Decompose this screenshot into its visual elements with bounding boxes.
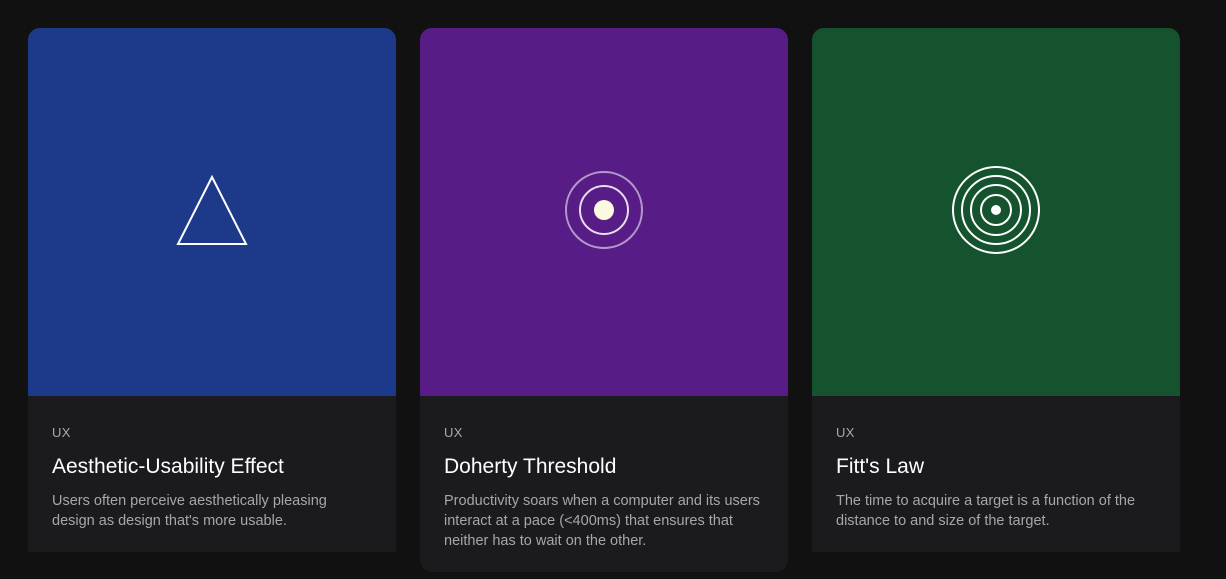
card-description: Users often perceive aesthetically pleas… [52,493,327,529]
category-tag: UX [444,425,463,440]
card-grid: UX Aesthetic-Usability Effect Users ofte… [28,28,1180,572]
card-doherty-threshold[interactable]: UX Doherty Threshold Productivity soars … [420,28,788,572]
card-footer [28,552,396,572]
pulse-rings-icon [564,170,644,255]
triangle-icon [176,174,248,251]
card-title: Doherty Threshold [444,455,617,478]
card-title: Fitt's Law [836,455,925,478]
card-fitts-law[interactable]: UX Fitt's Law The time to acquire a targ… [812,28,1180,572]
card-art [812,28,1180,396]
card-footer [812,552,1180,572]
card-title: Aesthetic-Usability Effect [52,455,284,478]
card-art [28,28,396,396]
card-description: Productivity soars when a computer and i… [444,493,760,549]
card-body: UX Aesthetic-Usability Effect Users ofte… [28,396,396,552]
card-aesthetic-usability-effect[interactable]: UX Aesthetic-Usability Effect Users ofte… [28,28,396,572]
card-body: UX Doherty Threshold Productivity soars … [420,396,788,552]
target-icon [951,165,1041,260]
category-tag: UX [52,425,71,440]
category-tag: UX [836,425,855,440]
card-body: UX Fitt's Law The time to acquire a targ… [812,396,1180,552]
card-description: The time to acquire a target is a functi… [836,493,1136,529]
card-art [420,28,788,396]
